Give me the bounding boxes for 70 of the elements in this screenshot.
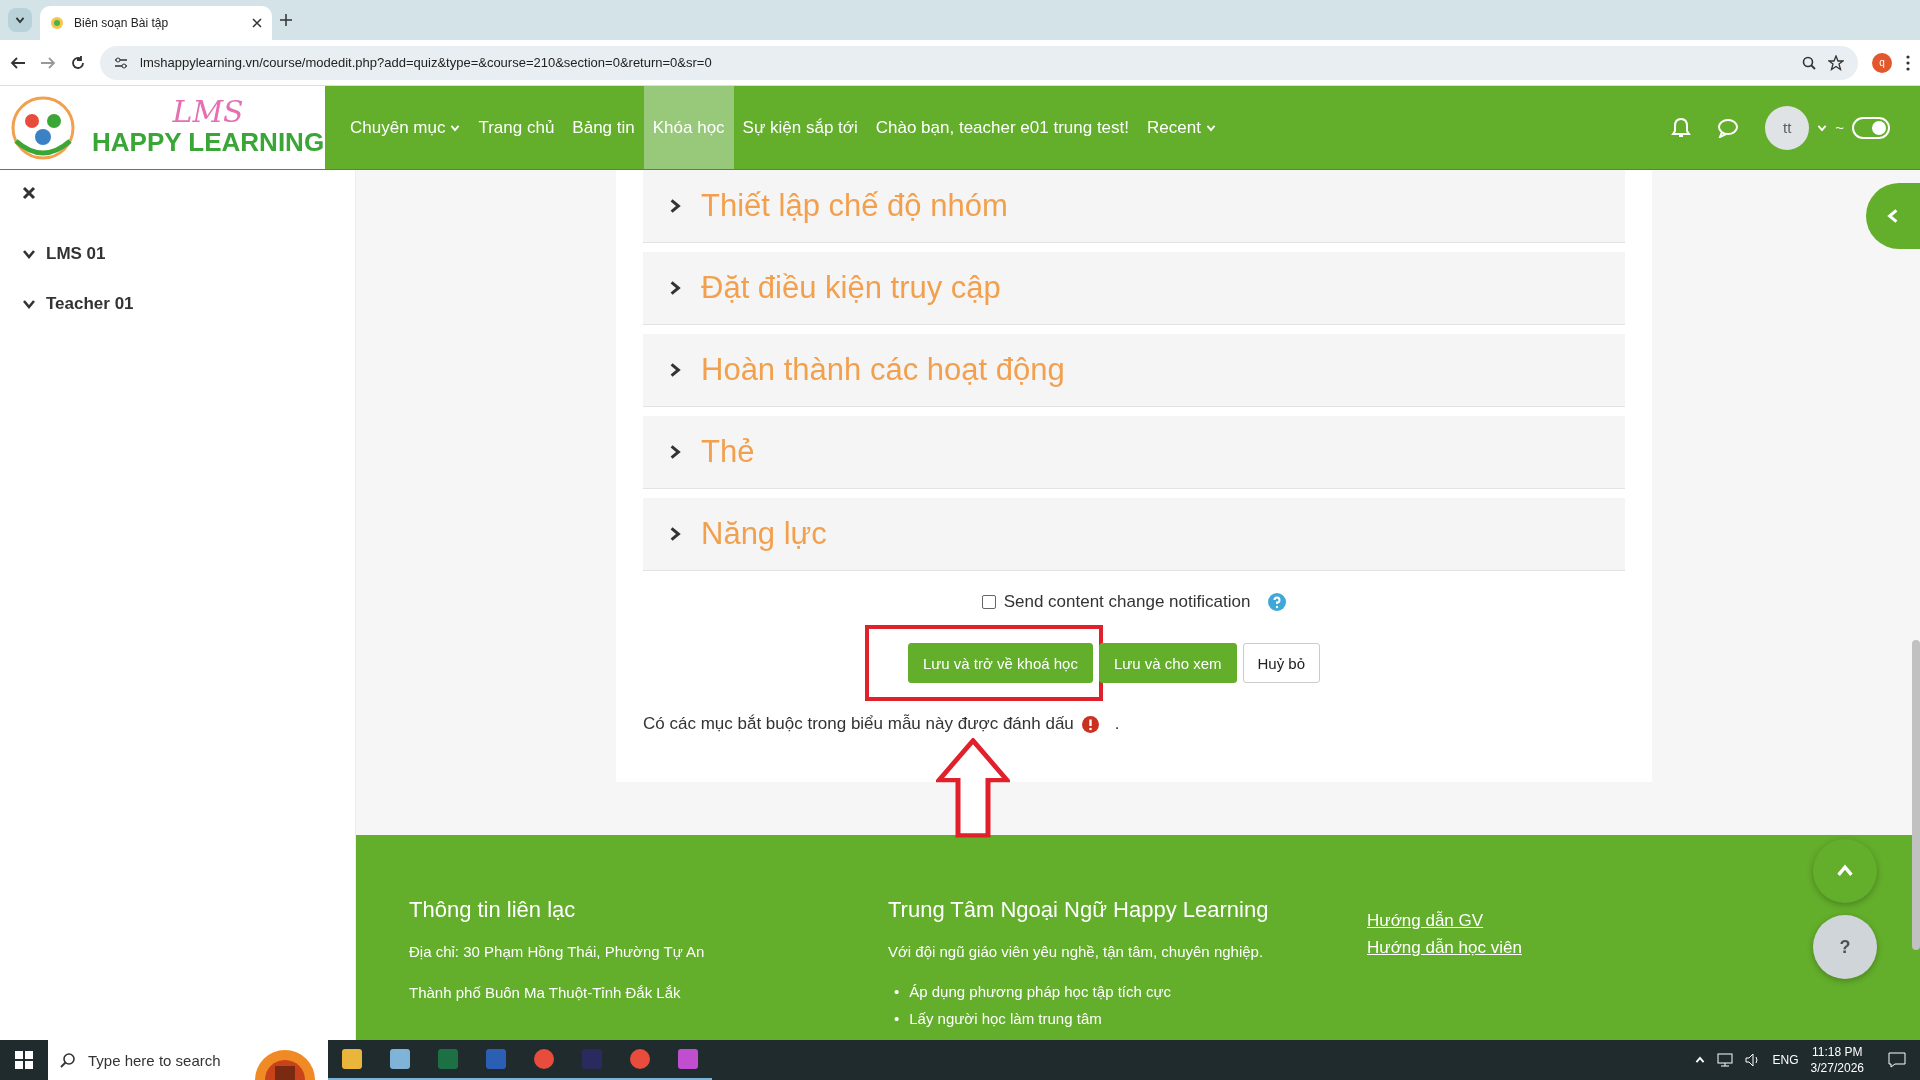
footer-heading: Trung Tâm Ngoại Ngữ Happy Learning xyxy=(888,897,1270,923)
notification-icon[interactable] xyxy=(1888,1052,1906,1068)
collapsible-section[interactable]: Thẻ xyxy=(643,416,1625,489)
profile-avatar[interactable]: q xyxy=(1872,52,1892,73)
footer-link[interactable]: Hướng dẫn học viên xyxy=(1367,934,1522,961)
site-settings-icon[interactable] xyxy=(114,55,128,70)
required-note: Có các mục bắt buộc trong biểu mẫu này được đánh dấu xyxy=(643,714,1074,734)
collapsible-section[interactable]: Năng lực xyxy=(643,498,1625,571)
chevron-icon xyxy=(1694,1055,1705,1065)
nav-link[interactable]: Chào bạn, teacher e01 trung test! xyxy=(866,86,1139,169)
user-suffix: ~ xyxy=(1835,119,1844,136)
help-button[interactable]: ? xyxy=(1813,915,1877,979)
mode-toggle[interactable] xyxy=(1852,116,1890,139)
windows-icon xyxy=(15,1051,33,1069)
alert-icon xyxy=(1081,715,1099,733)
close-icon[interactable] xyxy=(22,186,36,200)
sidebar-item[interactable]: LMS 01 xyxy=(22,244,333,264)
scrollbar-thumb[interactable] xyxy=(1912,640,1920,950)
nav-link[interactable]: Bảng tin xyxy=(563,86,644,169)
caret-icon xyxy=(15,15,25,25)
network-icon[interactable] xyxy=(1716,1053,1733,1067)
user-avatar[interactable]: tt xyxy=(1765,105,1810,150)
bullet: • xyxy=(894,982,900,1002)
flower-icon xyxy=(50,16,64,30)
zoom-icon[interactable] xyxy=(1802,55,1816,70)
search-icon xyxy=(60,1052,76,1068)
footer-list-item: Áp dụng phương pháp học tập tích cực xyxy=(909,982,1172,1002)
chat-icon[interactable] xyxy=(1717,117,1740,138)
menu-icon[interactable] xyxy=(1906,54,1910,71)
nav-link[interactable]: Chuyên mục xyxy=(341,86,470,169)
nav-link[interactable]: Sự kiện sắp tới xyxy=(733,86,867,169)
back-icon[interactable] xyxy=(10,54,26,71)
logo-script-text: LMS xyxy=(172,97,244,127)
footer-text: Với đội ngũ giáo viên yêu nghề, tận tâm, chuyên nghiệp. xyxy=(888,943,1265,960)
footer-list-item: Lấy người học làm trung tâm xyxy=(909,1009,1102,1029)
bell-icon[interactable] xyxy=(1671,116,1692,139)
taskbar-search-field[interactable]: Type here to search xyxy=(48,1040,328,1080)
browser-tab[interactable]: Biên soạn Bài tập xyxy=(40,6,272,40)
footer-text: Thành phố Buôn Ma Thuột-Tỉnh Đắk Lắk xyxy=(409,984,682,1001)
form-button[interactable]: Lưu và trở về khoá học xyxy=(907,643,1093,683)
nav-link[interactable]: Trang chủ xyxy=(469,86,564,169)
collapsible-section[interactable]: Thiết lập chế độ nhóm xyxy=(643,170,1625,243)
star-icon[interactable] xyxy=(1828,54,1844,71)
reload-icon[interactable] xyxy=(70,54,86,71)
checkbox[interactable] xyxy=(981,595,996,609)
collapsible-section[interactable]: Hoàn thành các hoạt động xyxy=(643,334,1625,407)
speaker-icon[interactable] xyxy=(1744,1053,1761,1067)
nav-link[interactable]: Recent xyxy=(1138,86,1225,169)
tab-title: Biên soạn Bài tập xyxy=(74,16,170,30)
language-indicator[interactable]: ENG xyxy=(1772,1053,1799,1067)
url-text: lmshappylearning.vn/course/modedit.php?add=quiz&type=&course=210&section=0&return=0&sr=0 xyxy=(140,55,713,70)
help-icon[interactable] xyxy=(1268,593,1287,611)
form-button[interactable]: Lưu và cho xem xyxy=(1098,643,1237,683)
new-tab-icon[interactable] xyxy=(280,14,292,26)
tab-list-button[interactable] xyxy=(8,8,32,32)
footer-text: Địa chỉ: 30 Phạm Hồng Thái, Phường Tự An xyxy=(409,943,706,960)
sidebar-item[interactable]: Teacher 01 xyxy=(22,294,333,314)
close-icon[interactable] xyxy=(252,18,262,28)
checkbox-label: Send content change notification xyxy=(1003,592,1251,612)
forward-icon[interactable] xyxy=(40,54,56,71)
logo-name: HAPPY LEARNING xyxy=(92,127,325,158)
collapsible-section[interactable]: Đặt điều kiện truy cập xyxy=(643,252,1625,325)
form-button[interactable]: Huỷ bỏ xyxy=(1242,643,1321,683)
footer-link[interactable]: Hướng dẫn GV xyxy=(1367,907,1484,934)
bullet: • xyxy=(894,1009,900,1029)
nav-link[interactable]: Khóa học xyxy=(643,86,734,169)
note-period: . xyxy=(1114,714,1120,734)
address-bar[interactable]: lmshappylearning.vn/course/modedit.php?add=quiz&type=&course=210&section=0&return=0&sr=0 xyxy=(100,45,1858,80)
taskbar-clock[interactable]: 11:18 PM 3/27/2026 xyxy=(1810,1044,1864,1076)
footer-heading: Thông tin liên lạc xyxy=(409,897,577,923)
